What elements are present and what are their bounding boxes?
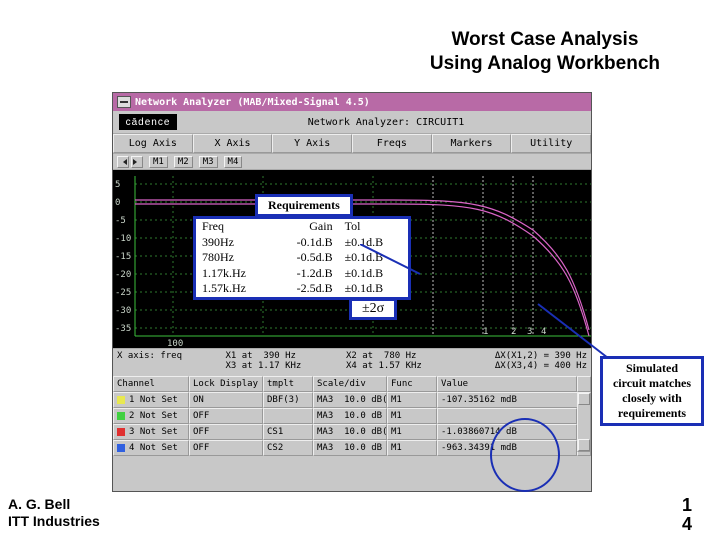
marker-m2[interactable]: M2 xyxy=(174,156,193,168)
svg-text:100: 100 xyxy=(167,339,183,348)
network-analyzer-window: Network Analyzer (MAB/Mixed-Signal 4.5) … xyxy=(112,92,592,492)
menu-y-axis[interactable]: Y Axis xyxy=(272,134,352,153)
scroll-up-icon[interactable] xyxy=(578,393,590,405)
requirements-label: Requirements xyxy=(255,194,353,217)
annotation-box: Simulated circuit matches closely with r… xyxy=(600,356,704,426)
svg-text:0: 0 xyxy=(115,198,120,208)
sigma-label: ±2σ xyxy=(349,298,397,320)
page-number: 1 4 xyxy=(682,496,692,534)
svg-text:3: 3 xyxy=(527,327,532,337)
scroll-down-icon[interactable] xyxy=(578,439,590,451)
svg-text:1: 1 xyxy=(483,327,488,337)
subheader: cādence Network Analyzer: CIRCUIT1 xyxy=(113,111,591,133)
svg-text:2: 2 xyxy=(511,327,516,337)
channel-scrollbar[interactable] xyxy=(577,392,591,452)
channel-row[interactable]: 1 Not Set ON DBF(3) MA3 10.0 dB(sc) M1 -… xyxy=(113,392,591,408)
marker-left-icon[interactable] xyxy=(117,156,129,168)
plot-area[interactable]: 5 0 -5 -10 -15 -20 -25 -30 -35 100 1 2 3… xyxy=(113,170,591,348)
marker-m1[interactable]: M1 xyxy=(149,156,168,168)
marker-m3[interactable]: M3 xyxy=(199,156,218,168)
slide-title: Worst Case Analysis Using Analog Workben… xyxy=(430,28,660,76)
marker-right-icon[interactable] xyxy=(131,156,143,168)
menu-markers[interactable]: Markers xyxy=(432,134,512,153)
marker-toolbar: M1 M2 M3 M4 xyxy=(113,154,591,170)
channel-row[interactable]: 2 Not Set OFF MA3 10.0 dB M1 xyxy=(113,408,591,424)
menu-bar: Log Axis X Axis Y Axis Freqs Markers Uti… xyxy=(113,133,591,154)
cadence-logo: cādence xyxy=(119,114,177,130)
author-block: A. G. Bell ITT Industries xyxy=(8,496,100,530)
x-axis-info: X axis: freq X1 at 390 HzX3 at 1.17 KHz … xyxy=(113,348,591,376)
analyzer-label: Network Analyzer: CIRCUIT1 xyxy=(187,117,585,128)
svg-text:-15: -15 xyxy=(115,252,131,262)
channel-table-header: Channel Lock Display tmplt Scale/div Fun… xyxy=(113,376,591,392)
window-title: Network Analyzer (MAB/Mixed-Signal 4.5) xyxy=(135,97,370,108)
menu-freqs[interactable]: Freqs xyxy=(352,134,432,153)
svg-text:5: 5 xyxy=(115,180,120,190)
requirements-table: FreqGainTol 390Hz-0.1d.B±0.1d.B 780Hz-0.… xyxy=(193,216,411,300)
marker-m4[interactable]: M4 xyxy=(224,156,243,168)
menu-utility[interactable]: Utility xyxy=(511,134,591,153)
svg-text:-35: -35 xyxy=(115,324,131,334)
svg-text:-20: -20 xyxy=(115,270,131,280)
channel-row[interactable]: 3 Not Set OFF CS1 MA3 10.0 dB(sc) M1 -1.… xyxy=(113,424,591,440)
sysmenu-icon[interactable] xyxy=(117,96,131,108)
svg-text:-25: -25 xyxy=(115,288,131,298)
svg-text:4: 4 xyxy=(541,327,546,337)
menu-x-axis[interactable]: X Axis xyxy=(193,134,273,153)
menu-log-axis[interactable]: Log Axis xyxy=(113,134,193,153)
svg-text:-10: -10 xyxy=(115,234,131,244)
svg-text:-30: -30 xyxy=(115,306,131,316)
svg-text:-5: -5 xyxy=(115,216,126,226)
channel-row[interactable]: 4 Not Set OFF CS2 MA3 10.0 dB M1 -963.34… xyxy=(113,440,591,456)
x-axis-label: X axis: freq xyxy=(117,351,225,374)
titlebar[interactable]: Network Analyzer (MAB/Mixed-Signal 4.5) xyxy=(113,93,591,111)
